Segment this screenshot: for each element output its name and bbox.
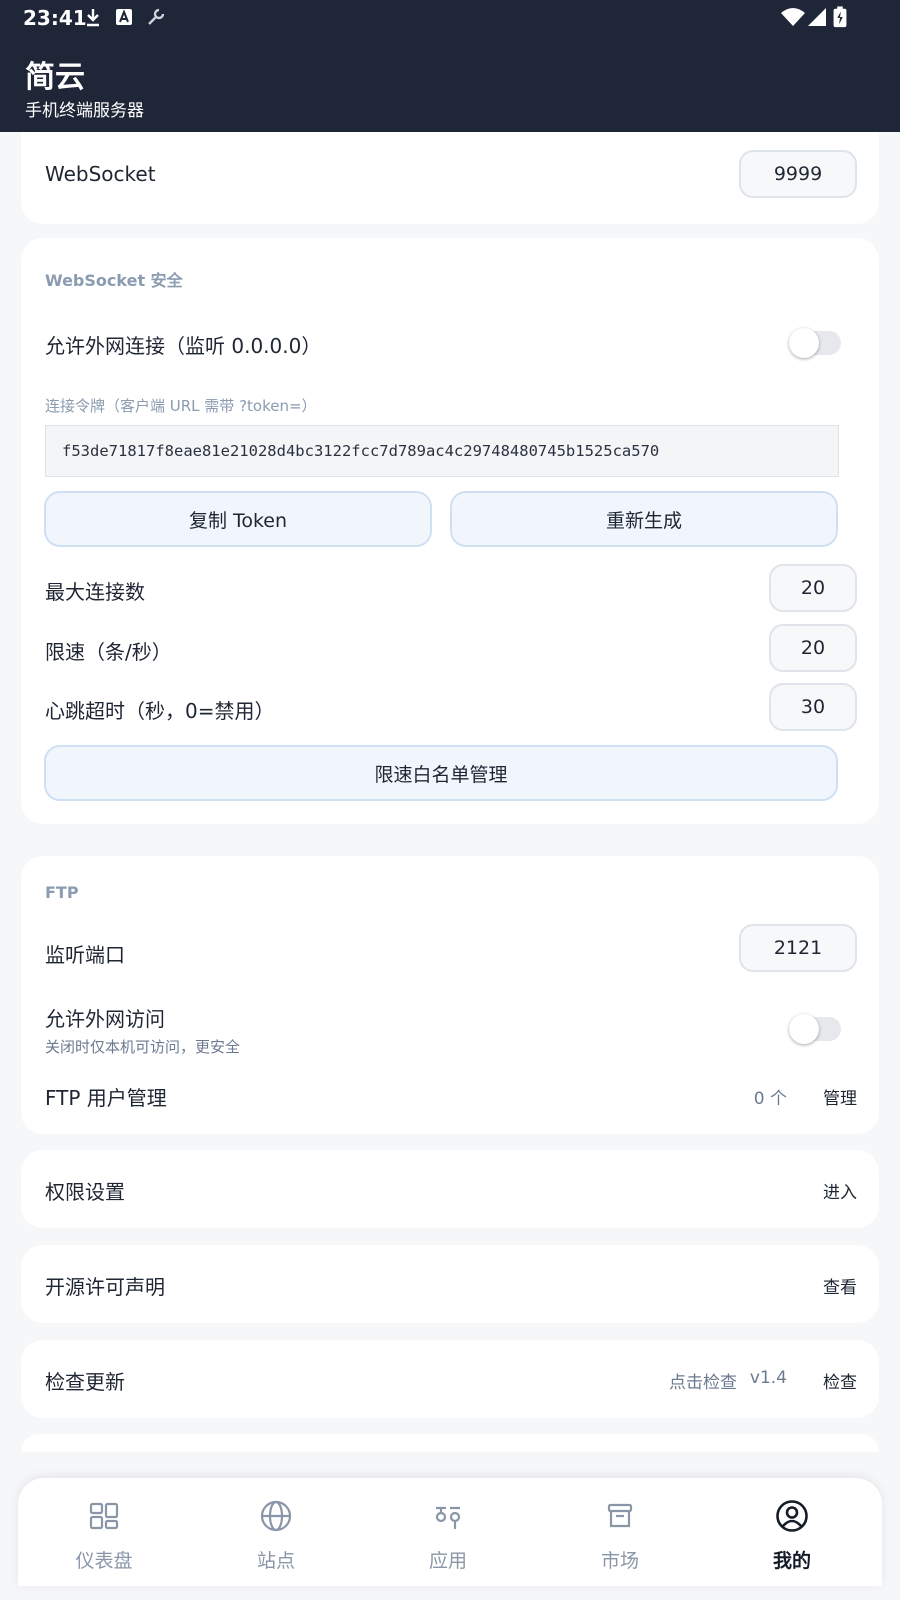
nav-item-market[interactable]: 市场 bbox=[534, 1478, 706, 1586]
store-icon bbox=[607, 1503, 633, 1528]
bottom-navigation: 仪表盘 站点 应用 市场 我的 bbox=[18, 1478, 882, 1586]
max-connections-input[interactable]: 20 bbox=[769, 564, 857, 612]
permissions-label: 权限设置 bbox=[45, 1180, 125, 1204]
updates-hint: 点击检查 bbox=[669, 1373, 737, 1393]
heartbeat-label: 心跳超时（秒，0=禁用） bbox=[45, 699, 275, 723]
ftp-allow-external-label: 允许外网访问 bbox=[45, 1007, 165, 1031]
token-label: 连接令牌（客户端 URL 需带 ?token=） bbox=[45, 397, 317, 415]
nav-label-dashboard: 仪表盘 bbox=[75, 1550, 133, 1572]
allow-external-ws-toggle[interactable] bbox=[789, 328, 841, 358]
status-bar: 23:41 bbox=[0, 0, 900, 36]
ftp-port-label: 监听端口 bbox=[45, 943, 125, 967]
app-header: 23:41 简云 手机终端服务器 bbox=[0, 0, 900, 132]
ftp-users-count: 0 个 bbox=[753, 1089, 787, 1109]
nav-item-dashboard[interactable]: 仪表盘 bbox=[18, 1478, 190, 1586]
websocket-port-input[interactable]: 9999 bbox=[739, 150, 857, 198]
updates-card[interactable]: 检查更新 点击检查 v1.4 检查 bbox=[21, 1340, 879, 1418]
token-field[interactable]: f53de71817f8eae81e21028d4bc3122fcc7d789a… bbox=[45, 425, 839, 477]
ftp-allow-external-toggle[interactable] bbox=[789, 1014, 841, 1044]
app-title: 简云 bbox=[25, 60, 85, 95]
signal-icon bbox=[808, 8, 826, 26]
next-card-partial bbox=[21, 1434, 879, 1452]
websocket-security-card: WebSocket 安全 允许外网连接（监听 0.0.0.0） 连接令牌（客户端… bbox=[21, 238, 879, 824]
ftp-allow-external-desc: 关闭时仅本机可访问，更安全 bbox=[45, 1038, 241, 1056]
websocket-port-label: WebSocket bbox=[45, 162, 156, 186]
websocket-port-card: WebSocket 9999 bbox=[21, 132, 879, 224]
rate-limit-input[interactable]: 20 bbox=[769, 624, 857, 672]
app-subtitle: 手机终端服务器 bbox=[25, 101, 144, 121]
rate-limit-label: 限速（条/秒） bbox=[45, 640, 172, 664]
nav-label-market: 市场 bbox=[600, 1550, 639, 1572]
wrench-icon bbox=[148, 8, 165, 25]
toggle-knob bbox=[789, 1014, 819, 1044]
status-time: 23:41 bbox=[23, 6, 87, 30]
ftp-header: FTP bbox=[45, 883, 79, 902]
whitelist-manage-button[interactable]: 限速白名单管理 bbox=[44, 745, 838, 801]
ftp-card: FTP 监听端口 2121 允许外网访问 关闭时仅本机可访问，更安全 FTP 用… bbox=[21, 856, 879, 1134]
apps-icon bbox=[435, 1506, 461, 1529]
permissions-card[interactable]: 权限设置 进入 bbox=[21, 1150, 879, 1228]
app-version: v1.4 bbox=[749, 1368, 787, 1388]
toggle-knob bbox=[789, 328, 819, 358]
regenerate-token-button[interactable]: 重新生成 bbox=[450, 491, 838, 547]
font-app-icon bbox=[116, 9, 132, 25]
nav-item-profile[interactable]: 我的 bbox=[706, 1478, 878, 1586]
wifi-icon bbox=[781, 8, 805, 26]
licenses-view-link[interactable]: 查看 bbox=[823, 1273, 857, 1298]
licenses-label: 开源许可声明 bbox=[45, 1275, 165, 1299]
nav-item-apps[interactable]: 应用 bbox=[362, 1478, 534, 1586]
allow-external-ws-label: 允许外网连接（监听 0.0.0.0） bbox=[45, 334, 322, 358]
nav-label-profile: 我的 bbox=[772, 1550, 811, 1572]
ftp-users-manage-link[interactable]: 管理 bbox=[823, 1084, 857, 1109]
globe-icon bbox=[260, 1500, 292, 1532]
licenses-card[interactable]: 开源许可声明 查看 bbox=[21, 1245, 879, 1323]
ftp-users-label: FTP 用户管理 bbox=[45, 1086, 167, 1110]
updates-label: 检查更新 bbox=[45, 1370, 125, 1394]
updates-check-link[interactable]: 检查 bbox=[823, 1368, 857, 1393]
download-icon bbox=[87, 9, 99, 27]
max-connections-label: 最大连接数 bbox=[45, 580, 145, 604]
battery-charging-icon bbox=[833, 6, 847, 28]
heartbeat-input[interactable]: 30 bbox=[769, 683, 857, 731]
profile-icon bbox=[776, 1500, 808, 1532]
nav-label-apps: 应用 bbox=[428, 1550, 467, 1572]
dashboard-icon bbox=[89, 1502, 119, 1530]
nav-item-sites[interactable]: 站点 bbox=[190, 1478, 362, 1586]
copy-token-button[interactable]: 复制 Token bbox=[44, 491, 432, 547]
websocket-security-header: WebSocket 安全 bbox=[45, 271, 183, 290]
nav-label-sites: 站点 bbox=[256, 1550, 295, 1572]
permissions-enter-link[interactable]: 进入 bbox=[823, 1178, 857, 1203]
ftp-port-input[interactable]: 2121 bbox=[739, 924, 857, 972]
